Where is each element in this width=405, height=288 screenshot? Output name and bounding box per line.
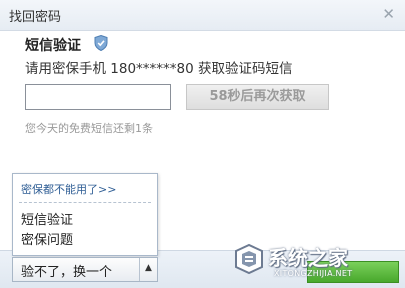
- shield-icon: [94, 35, 108, 51]
- watermark: 系统之家 XITONGZHIJIA.NET: [232, 238, 398, 288]
- close-icon[interactable]: ✕: [382, 5, 395, 23]
- menu-divider: [19, 202, 151, 203]
- sms-remaining-hint: 您今天的免费短信还剩1条: [25, 122, 153, 135]
- sms-section-title: 短信验证: [25, 38, 81, 54]
- switch-method-button[interactable]: 验不了，换一个 ▲: [12, 257, 158, 282]
- watermark-name: 系统之家: [268, 246, 348, 270]
- sms-description: 请用密保手机 180******80 获取验证码短信: [25, 61, 293, 77]
- menu-item-sms-verification[interactable]: 短信验证: [21, 209, 73, 228]
- verification-method-menu: 密保都不能用了>> 短信验证 密保问题: [12, 173, 158, 256]
- watermark-logo-icon: [235, 243, 263, 275]
- retrieve-password-dialog: 找回密码 ✕ 短信验证 请用密保手机 180******80 获取验证码短信 5…: [0, 0, 405, 288]
- switch-method-separator: [139, 258, 140, 281]
- watermark-url: XITONGZHIJIA.NET: [274, 269, 353, 278]
- dialog-titlebar: 找回密码 ✕: [0, 0, 405, 31]
- switch-method-label: 验不了，换一个: [21, 265, 113, 280]
- dialog-title: 找回密码: [9, 10, 62, 25]
- verification-code-input[interactable]: [25, 84, 171, 110]
- caret-up-icon[interactable]: ▲: [145, 263, 152, 273]
- menu-item-security-question[interactable]: 密保问题: [21, 229, 73, 248]
- resend-code-button[interactable]: 58秒后再次获取: [186, 84, 329, 110]
- security-unavailable-link[interactable]: 密保都不能用了>>: [21, 181, 116, 197]
